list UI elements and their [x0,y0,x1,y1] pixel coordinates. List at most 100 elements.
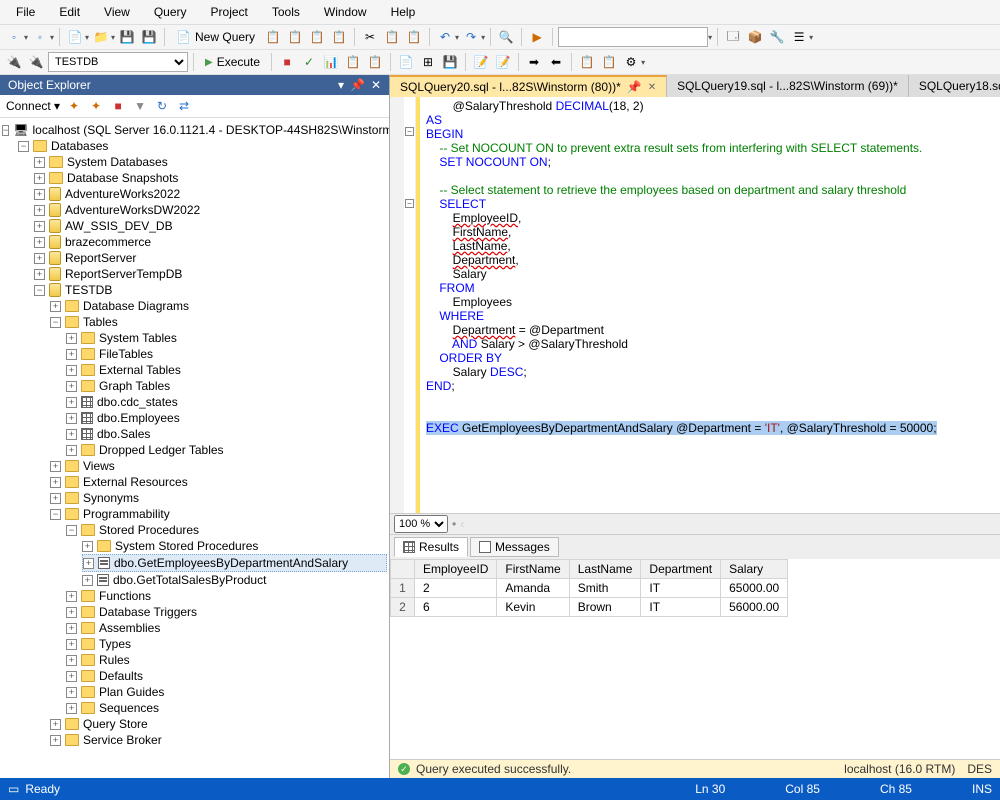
menu-tools[interactable]: Tools [260,2,312,22]
parse-icon[interactable]: ✓ [299,52,319,72]
fold-icon[interactable]: − [405,127,414,136]
stored-procedures-folder[interactable]: −Stored Procedures [66,522,387,538]
results-text-icon[interactable]: 📄 [396,52,416,72]
dropdown-icon[interactable]: ▾ [708,33,712,42]
dropdown-icon[interactable]: ▾ [111,33,115,42]
execute-button[interactable]: ▶Execute [199,54,266,70]
grid-cell[interactable]: IT [641,579,721,598]
save-icon[interactable]: 💾 [117,27,137,47]
tree-folder[interactable]: +Types [66,636,387,652]
database-node[interactable]: +AdventureWorks2022 [34,186,387,202]
paste-icon[interactable]: 📋 [404,27,424,47]
database-node-testdb[interactable]: −TESTDB [34,282,387,298]
tool2-icon[interactable]: 📦 [745,27,765,47]
dropdown-icon[interactable]: ▾ [641,58,645,67]
stop-filter-icon[interactable]: ■ [110,98,126,114]
grid-cell[interactable]: Amanda [497,579,569,598]
specify-values-icon[interactable]: 📋 [577,52,597,72]
query-type3-icon[interactable]: 📋 [307,27,327,47]
grid-cell[interactable]: 65000.00 [721,579,788,598]
tree-folder[interactable]: +Defaults [66,668,387,684]
query-type-icon[interactable]: 📋 [263,27,283,47]
table-node[interactable]: +dbo.cdc_states [66,394,387,410]
grid-cell[interactable]: Brown [569,598,641,617]
menu-window[interactable]: Window [312,2,379,22]
service-broker-folder[interactable]: +Service Broker [50,732,387,748]
database-combo[interactable]: TESTDB [48,52,188,72]
grid-cell[interactable]: 6 [415,598,497,617]
tool-icon[interactable]: 🗔 [723,27,743,47]
results-grid[interactable]: EmployeeID FirstName LastName Department… [390,559,1000,759]
copy-icon[interactable]: 📋 [382,27,402,47]
column-header[interactable]: Department [641,560,721,579]
server-node[interactable]: −localhost (SQL Server 16.0.1121.4 - DES… [2,122,387,138]
connect-icon[interactable]: 🔌 [4,52,24,72]
table-node[interactable]: +dbo.Employees [66,410,387,426]
tree-folder[interactable]: +Plan Guides [66,684,387,700]
tree-folder[interactable]: +System Tables [66,330,387,346]
nav-back-icon[interactable]: ◦ [4,27,24,47]
database-node[interactable]: +AdventureWorksDW2022 [34,202,387,218]
results-grid-icon[interactable]: ⊞ [418,52,438,72]
column-header[interactable]: Salary [721,560,788,579]
settings-icon[interactable]: ☰ [789,27,809,47]
stored-proc-node[interactable]: +dbo.GetEmployeesByDepartmentAndSalary [82,554,387,572]
tree-folder[interactable]: +Database Triggers [66,604,387,620]
dropdown-icon[interactable]: ▾ [24,33,28,42]
plan2-icon[interactable]: 📋 [343,52,363,72]
query-type2-icon[interactable]: 📋 [285,27,305,47]
sys-databases-folder[interactable]: +System Databases [34,154,387,170]
results-file-icon[interactable]: 💾 [440,52,460,72]
grid-cell[interactable]: IT [641,598,721,617]
db-snapshots-folder[interactable]: +Database Snapshots [34,170,387,186]
stored-proc-node[interactable]: +dbo.GetTotalSalesByProduct [82,572,387,588]
tree-folder[interactable]: +Rules [66,652,387,668]
grid-cell[interactable]: Kevin [497,598,569,617]
dropdown-icon[interactable]: ▾ [455,33,459,42]
database-node[interactable]: +brazecommerce [34,234,387,250]
indent-icon[interactable]: ➡ [524,52,544,72]
refresh-icon[interactable]: ↻ [154,98,170,114]
editor-tab[interactable]: SQLQuery19.sql - l...82S\Winstorm (69))* [667,75,909,97]
sync-icon[interactable]: ⇄ [176,98,192,114]
database-node[interactable]: +ReportServerTempDB [34,266,387,282]
plan3-icon[interactable]: 📋 [365,52,385,72]
stop-icon[interactable]: ■ [277,52,297,72]
dropdown-icon[interactable]: ▾ [50,33,54,42]
programmability-folder[interactable]: −Programmability [50,506,387,522]
column-header[interactable]: LastName [569,560,641,579]
db-diagrams-folder[interactable]: +Database Diagrams [50,298,387,314]
new-file-icon[interactable]: 📄 [65,27,85,47]
new-query-button[interactable]: 📄 New Query [170,29,261,45]
ext-resources-folder[interactable]: +External Resources [50,474,387,490]
column-header[interactable]: EmployeeID [415,560,497,579]
sys-stored-procs-folder[interactable]: +System Stored Procedures [82,538,387,554]
open-folder-icon[interactable]: 📁 [91,27,111,47]
filter3-icon[interactable]: ▼ [132,98,148,114]
results-tab[interactable]: Results [394,537,468,557]
template-icon[interactable]: 📋 [599,52,619,72]
undo-icon[interactable]: ↶ [435,27,455,47]
dropdown-icon[interactable]: ▾ [809,33,813,42]
query-type4-icon[interactable]: 📋 [329,27,349,47]
uncomment-icon[interactable]: 📝 [493,52,513,72]
table-node[interactable]: +dbo.Sales [66,426,387,442]
column-header[interactable]: FirstName [497,560,569,579]
object-tree[interactable]: −localhost (SQL Server 16.0.1121.4 - DES… [0,118,389,778]
database-node[interactable]: +AW_SSIS_DEV_DB [34,218,387,234]
dropdown-icon[interactable]: ▾ [85,33,89,42]
dropdown-icon[interactable]: ▾ [481,33,485,42]
tool3-icon[interactable]: 🔧 [767,27,787,47]
find-icon[interactable]: 🔍 [496,27,516,47]
menu-query[interactable]: Query [142,2,199,22]
filter2-icon[interactable]: ✦ [88,98,104,114]
outdent-icon[interactable]: ⬅ [546,52,566,72]
menu-help[interactable]: Help [379,2,428,22]
cut-icon[interactable]: ✂ [360,27,380,47]
launch-icon[interactable]: ▶ [527,27,547,47]
query-store-folder[interactable]: +Query Store [50,716,387,732]
redo-icon[interactable]: ↷ [461,27,481,47]
menu-view[interactable]: View [92,2,142,22]
messages-tab[interactable]: Messages [470,537,559,557]
databases-folder[interactable]: −Databases [18,138,387,154]
